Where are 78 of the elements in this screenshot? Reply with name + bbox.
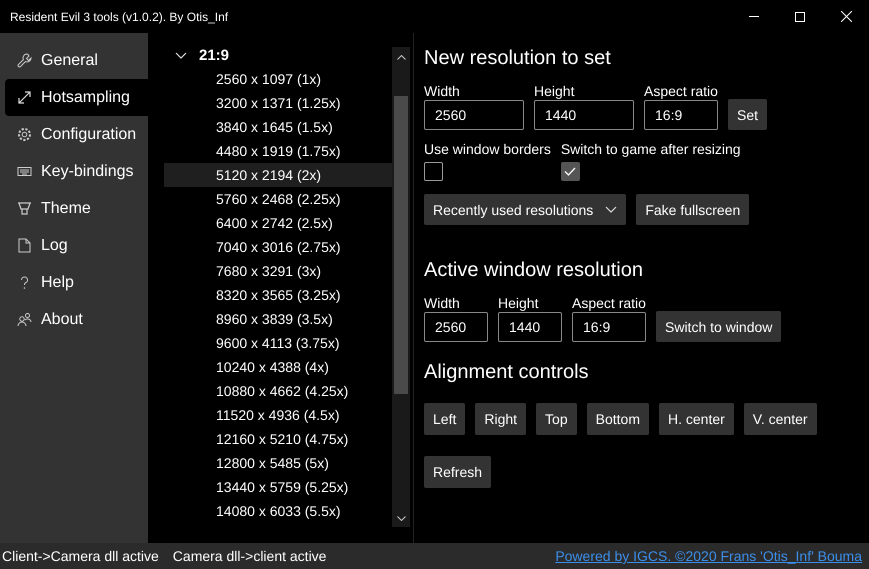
scroll-down-icon[interactable] xyxy=(396,516,406,521)
input-field[interactable]: 16:9 xyxy=(644,100,718,130)
resolution-item[interactable]: 8320 x 3565 (3.25x) xyxy=(164,283,392,307)
scroll-up-icon[interactable] xyxy=(396,55,406,60)
resolution-item[interactable]: 5760 x 2468 (2.25x) xyxy=(164,187,392,211)
nav-item[interactable]: Log xyxy=(5,227,148,264)
check-icon xyxy=(564,167,576,176)
nav-item[interactable]: Hotsampling xyxy=(5,79,148,116)
section-heading: Alignment controls xyxy=(424,360,590,385)
nav-item[interactable]: Theme xyxy=(5,190,148,227)
refresh-button[interactable]: Refresh xyxy=(424,456,492,488)
resolution-item[interactable]: 10880 x 4662 (4.25x) xyxy=(164,379,392,403)
nav-item[interactable]: General xyxy=(5,42,148,79)
caret-icon[interactable] xyxy=(175,52,187,58)
nav-item[interactable]: Configuration xyxy=(5,116,148,153)
tree-group-label[interactable]: 21:9 xyxy=(199,46,230,64)
checkbox-label: Use window borders xyxy=(424,141,551,157)
close-icon[interactable] xyxy=(840,11,852,22)
switch-to-window-button[interactable]: Switch to window xyxy=(656,311,782,342)
alignment-button[interactable]: H. center xyxy=(658,403,734,435)
maximize-icon[interactable] xyxy=(795,12,805,22)
field-label: Width xyxy=(424,82,461,100)
field-label: Width xyxy=(424,294,461,312)
resolution-item[interactable]: 12160 x 5210 (4.75x) xyxy=(164,427,392,451)
alignment-button[interactable]: Right xyxy=(475,403,526,435)
section-heading: New resolution to set xyxy=(424,46,612,71)
field-label: Aspect ratio xyxy=(644,82,718,100)
resolution-item[interactable]: 7040 x 3016 (2.75x) xyxy=(164,235,392,259)
resize-icon xyxy=(17,90,32,105)
resolution-item[interactable]: 3200 x 1371 (1.25x) xyxy=(164,91,392,115)
nav-item[interactable]: Help xyxy=(5,264,148,301)
fake-fullscreen-button[interactable]: Fake fullscreen xyxy=(636,194,750,225)
field-label: Height xyxy=(534,82,576,100)
scrollbar-thumb[interactable] xyxy=(394,96,408,394)
window-title: Resident Evil 3 tools (v1.0.2). By Otis_Inf xyxy=(10,10,230,24)
resolution-item[interactable]: 9600 x 4113 (3.75x) xyxy=(164,331,392,355)
alignment-button[interactable]: Top xyxy=(536,403,577,435)
resolution-item[interactable]: 13440 x 5759 (5.25x) xyxy=(164,475,392,499)
set-button[interactable]: Set xyxy=(728,99,768,130)
resolution-item[interactable]: 4480 x 1919 (1.75x) xyxy=(164,139,392,163)
people-icon xyxy=(17,312,32,327)
input-field[interactable]: 2560 xyxy=(424,100,524,130)
scrollbar[interactable] xyxy=(392,47,410,527)
status-text: Client->Camera dll active xyxy=(2,548,159,564)
input-field[interactable]: 1440 xyxy=(498,312,562,342)
resolutions-dropdown[interactable]: Recently used resolutions xyxy=(424,194,626,225)
alignment-button[interactable]: Bottom xyxy=(586,403,649,435)
checkbox-label: Switch to game after resizing xyxy=(560,141,741,157)
status-text: Camera dll->client active xyxy=(172,548,326,564)
section-heading: Active window resolution xyxy=(424,258,644,283)
resolution-item[interactable]: 6400 x 2742 (2.5x) xyxy=(164,211,392,235)
resolution-item[interactable]: 12800 x 5485 (5x) xyxy=(164,451,392,475)
document-icon xyxy=(17,238,32,253)
brush-icon xyxy=(17,201,32,216)
resolution-item[interactable]: 3840 x 1645 (1.5x) xyxy=(164,115,392,139)
alignment-button[interactable]: V. center xyxy=(744,403,817,435)
caret-icon xyxy=(605,206,618,213)
resolution-item[interactable]: 7680 x 3291 (3x) xyxy=(164,259,392,283)
wrench-icon xyxy=(17,53,32,68)
resolution-item[interactable]: 11520 x 4936 (4.5x) xyxy=(164,403,392,427)
field-label: Aspect ratio xyxy=(572,294,646,312)
settings-icon xyxy=(17,127,32,142)
checkbox[interactable] xyxy=(424,162,443,181)
resolution-item[interactable]: 10240 x 4388 (4x) xyxy=(164,355,392,379)
nav-item[interactable]: Key-bindings xyxy=(5,153,148,190)
checkbox[interactable] xyxy=(560,162,580,181)
input-field[interactable]: 1440 xyxy=(534,100,634,130)
input-field[interactable]: 16:9 xyxy=(572,312,646,342)
alignment-button[interactable]: Left xyxy=(424,403,466,435)
credits-link[interactable]: Powered by IGCS. ©2020 Frans 'Otis_Inf' Bouma xyxy=(555,548,862,564)
resolution-item[interactable]: 5120 x 2194 (2x) xyxy=(164,163,392,187)
keyboard-icon xyxy=(17,164,32,179)
resolution-item[interactable]: 14080 x 6033 (5.5x) xyxy=(164,499,392,523)
resolution-item[interactable]: 2560 x 1097 (1x) xyxy=(164,67,392,91)
resolution-item[interactable]: 8960 x 3839 (3.5x) xyxy=(164,307,392,331)
field-label: Height xyxy=(498,294,540,312)
input-field[interactable]: 2560 xyxy=(424,312,488,342)
nav-item[interactable]: About xyxy=(5,301,148,338)
